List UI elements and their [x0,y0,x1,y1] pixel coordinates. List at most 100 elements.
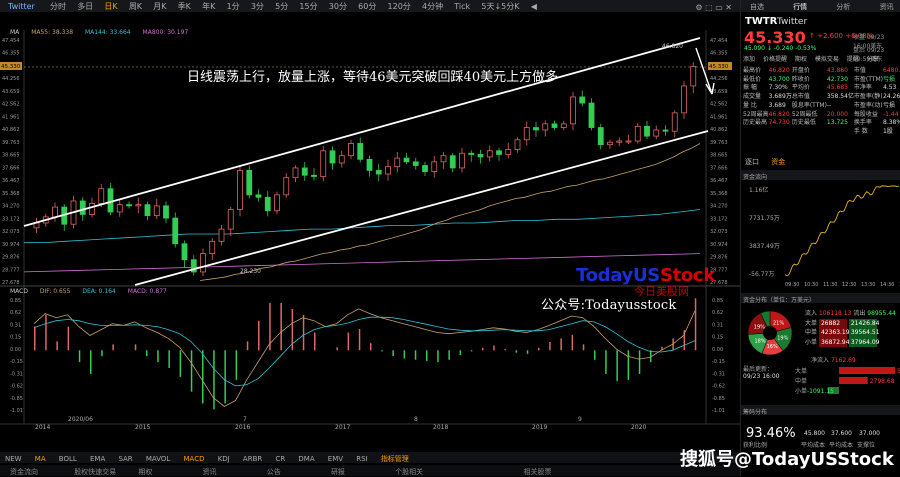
ma800-label: MA800: 30.197 [142,29,189,36]
options-button[interactable]: 期权 [795,56,807,63]
indicator-tab[interactable]: DMA [293,453,319,463]
price-tick-left: 27.678 [2,280,20,286]
bottom-nav-item[interactable]: 公告 [257,465,318,477]
tab-30min[interactable]: 30分 [325,0,351,12]
flow-y-label: 7731.75万 [749,215,780,222]
stat-cell: 历史最低 [791,119,816,127]
candle-body [116,204,123,213]
macd-hist-bar [213,350,215,410]
sim-trade-button[interactable]: 模拟交易 [815,56,839,63]
tab-multiday[interactable]: 多日 [73,0,97,12]
macd-hist-bar [504,349,506,351]
tab-watchlist[interactable]: 自选 [741,0,781,12]
quote-top-tabs: 自选 行情 分析 资讯 [741,0,900,12]
tab-4min[interactable]: 4分钟 [418,0,447,12]
tab-capital[interactable]: 资金 [771,158,785,166]
tab-prev-icon[interactable]: ◀ [527,0,541,12]
row-in: 26882 [818,318,847,328]
candle-body [292,167,299,179]
macd-hist-bar [470,350,473,352]
candle-body [394,157,401,168]
macd-tick-right: 0.15 [712,335,723,341]
flow-x-label: 10:30 [804,282,818,288]
indicator-tab[interactable]: RSI [351,453,372,463]
tab-120min[interactable]: 120分 [384,0,415,12]
window-controls-icon[interactable]: ⚙ ⬚ ▭ ✕ [691,1,736,12]
row-out: 37964.09 [848,337,880,347]
tab-3min[interactable]: 3分 [247,0,268,12]
candle-body [163,205,169,219]
tab-fenshi[interactable]: 分时 [46,0,70,12]
bottom-nav-item[interactable]: 个股相关 [385,465,446,477]
macd-hist-bar [302,314,305,351]
tab-1min[interactable]: 1分 [223,0,244,12]
tab-daily[interactable]: 日K [100,0,121,12]
tab-quarterly[interactable]: 季K [174,0,195,12]
bottom-nav-item[interactable]: 相关股票 [514,465,575,477]
macd-hist-bar [538,347,540,351]
price-tick-left: 41.961 [2,114,20,120]
macd-hist-bar [482,347,484,351]
in-total: 106118.13 [818,310,852,317]
tab-market[interactable]: 行情 [784,0,824,12]
indicator-tab[interactable]: ARBR [238,453,267,463]
macd-label[interactable]: MACD [10,288,28,295]
indicator-tab[interactable]: KDJ [213,453,235,463]
macd-hist-bar [594,350,596,360]
bottom-nav-item[interactable]: 期权 [128,465,189,477]
row-label: 小单 [805,338,818,346]
macd-tick-left: -0.62 [10,384,23,390]
ma-label[interactable]: MA [10,29,19,36]
macd-tick-right: 0.85 [712,298,723,304]
indicator-tab[interactable]: EMV [323,453,348,463]
indicator-tab[interactable]: NEW [0,453,27,463]
candle-body [348,143,354,157]
candle-body [135,204,142,207]
bottom-nav-item[interactable] [449,472,510,474]
indicator-manage-tab[interactable]: 指标管理 [376,452,414,464]
add-button[interactable]: 添加 [743,56,755,63]
bottom-nav-item[interactable]: 资讯 [193,465,254,477]
macd-hist-bar [638,350,641,374]
net-flow-bars: 大单5455.16中单2798.68小单-1091.15 [795,367,900,395]
alert-button[interactable]: 提醒 [847,56,859,63]
indicator-tab[interactable]: EMA [85,453,110,463]
stat-cell: 亏损 [883,101,896,109]
candle-body [690,65,697,87]
indicator-tab[interactable]: MAVOL [141,453,175,463]
price-alert-button[interactable]: 价格提醒 [763,56,787,63]
candle-body [681,85,687,114]
candle-body [671,112,678,132]
bottom-nav-item[interactable]: 股权快速交易 [64,465,125,477]
tab-tick[interactable]: Tick [450,0,474,12]
tab-yearly[interactable]: 年K [198,0,219,12]
recent-value: 2798.68 [870,378,895,385]
tab-news[interactable]: 资讯 [871,0,900,12]
candle-body [514,139,521,150]
macd-tick-right: -0.15 [712,359,725,365]
macd-hist-bar [381,350,383,352]
bottom-nav-item[interactable]: 研报 [321,465,382,477]
indicator-tab[interactable]: CR [270,453,290,463]
tab-5day-5min[interactable]: 5天↓5分K [477,0,523,12]
tab-analysis[interactable]: 分析 [827,0,867,12]
last-updated-time: 09/23 16:00 [743,373,780,380]
flow-y-label: 1.16亿 [749,186,768,194]
indicator-tab[interactable]: SAR [113,453,137,463]
price-tick-left: 37.666 [2,165,20,171]
stat-row: 52周最高 46.820 52周最低 20.000 每股收益 -1.44 [743,111,900,120]
indicator-tab[interactable]: BOLL [54,453,82,463]
tab-5min[interactable]: 5分 [271,0,292,12]
tab-weekly[interactable]: 周K [125,0,146,12]
macd-tick-left: -0.15 [10,359,23,365]
indicator-tab-macd[interactable]: MACD [179,453,210,463]
bottom-nav-item[interactable]: 资金流向 [0,465,61,477]
tab-60min[interactable]: 60分 [354,0,380,12]
share-button[interactable]: 分享 [867,56,879,63]
tab-monthly[interactable]: 月K [149,0,170,12]
macd-hist-bar [414,350,417,360]
tab-15min[interactable]: 15分 [295,0,321,12]
tab-ticks[interactable]: 逐口 [745,158,759,166]
indicator-tab-ma[interactable]: MA [30,453,51,463]
x-label: 2015 [135,424,151,431]
